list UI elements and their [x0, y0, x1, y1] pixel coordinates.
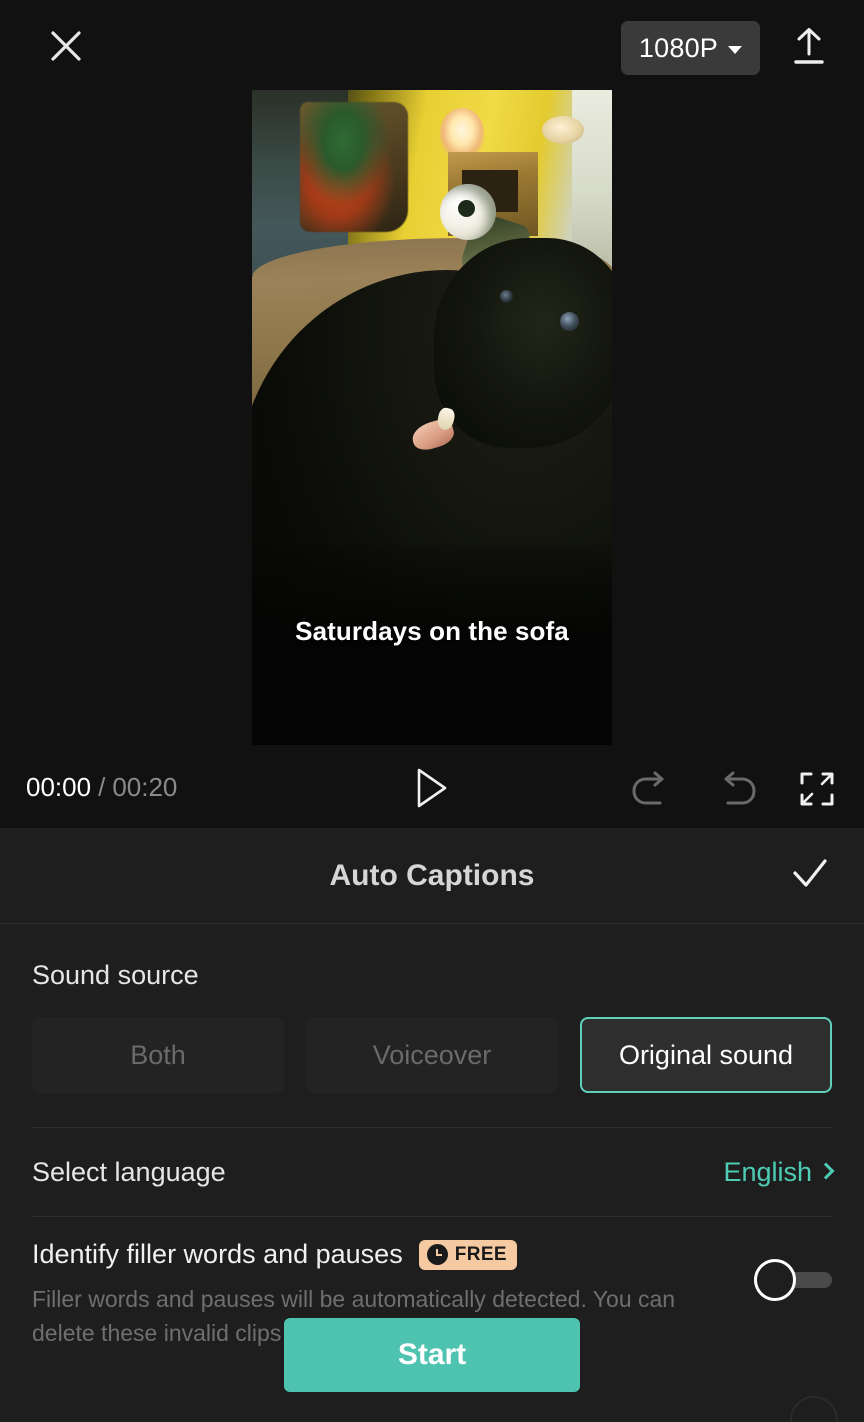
- total-time: 00:20: [112, 772, 178, 802]
- scene-toy-ball: [440, 184, 496, 240]
- video-editor-screen: 1080P Saturdays on the sofa 00:00 / 00:2…: [0, 0, 864, 1422]
- chevron-down-icon: [728, 45, 742, 54]
- chevron-right-icon: [817, 1162, 835, 1180]
- time-separator: /: [98, 772, 106, 802]
- sound-source-option-voiceover[interactable]: Voiceover: [306, 1017, 558, 1093]
- filler-words-toggle[interactable]: [754, 1259, 832, 1301]
- undo-button[interactable]: [624, 768, 680, 814]
- scene-dog-eye-secondary: [500, 290, 513, 303]
- fullscreen-button[interactable]: [792, 768, 842, 814]
- toggle-knob: [754, 1259, 796, 1301]
- transport-bar: 00:00 / 00:20: [0, 750, 864, 828]
- export-button[interactable]: [780, 20, 838, 78]
- status-badge: FREE: [418, 1239, 517, 1270]
- page-title: Auto Captions: [329, 859, 535, 892]
- select-language-value-group: English: [723, 1156, 835, 1188]
- sound-source-option-label: Both: [130, 1039, 186, 1070]
- redo-button[interactable]: [708, 768, 764, 814]
- scene-dog-head: [434, 238, 612, 448]
- sound-source-section: Sound source Both Voiceover Original sou…: [0, 924, 864, 1093]
- current-time: 00:00: [26, 772, 92, 802]
- sound-source-option-label: Voiceover: [372, 1039, 492, 1070]
- sound-source-options: Both Voiceover Original sound: [32, 1017, 832, 1093]
- scene-lamp: [440, 108, 484, 158]
- fullscreen-icon: [798, 770, 836, 813]
- timecode: 00:00 / 00:20: [26, 772, 177, 803]
- free-badge-label: FREE: [454, 1243, 507, 1265]
- top-bar: 1080P: [0, 0, 864, 90]
- close-icon: [46, 26, 86, 71]
- select-language-row[interactable]: Select language English: [32, 1128, 835, 1216]
- resolution-label: 1080P: [638, 32, 718, 63]
- sound-source-option-label: Original sound: [618, 1039, 794, 1070]
- scene-bowl: [542, 116, 584, 144]
- scene-decoration: [300, 102, 408, 232]
- clock-icon: [426, 1244, 448, 1265]
- close-button[interactable]: [38, 20, 94, 76]
- resolution-button[interactable]: 1080P: [620, 21, 760, 75]
- select-language-label: Select language: [32, 1156, 226, 1187]
- play-button[interactable]: [406, 766, 458, 814]
- filler-words-title: Identify filler words and pauses: [32, 1239, 403, 1269]
- undo-icon: [629, 769, 675, 814]
- sound-source-option-both[interactable]: Both: [32, 1017, 284, 1093]
- select-language-value: English: [723, 1156, 812, 1187]
- sound-source-label: Sound source: [32, 960, 199, 990]
- bottom-partial-element: [790, 1396, 838, 1422]
- filler-words-header: Identify filler words and pauses FREE: [32, 1239, 832, 1270]
- sound-source-option-original-sound[interactable]: Original sound: [580, 1017, 832, 1093]
- video-caption-text: Saturdays on the sofa: [295, 616, 569, 646]
- export-icon: [789, 26, 829, 73]
- start-button[interactable]: Start: [284, 1318, 580, 1392]
- play-icon: [415, 767, 449, 814]
- check-icon: [788, 852, 832, 901]
- panel-header: Auto Captions: [0, 828, 864, 924]
- preview-area: Saturdays on the sofa: [0, 90, 864, 750]
- confirm-button[interactable]: [782, 850, 838, 902]
- video-preview[interactable]: Saturdays on the sofa: [252, 90, 612, 745]
- redo-icon: [713, 769, 759, 814]
- scene-dog-eye: [560, 312, 579, 331]
